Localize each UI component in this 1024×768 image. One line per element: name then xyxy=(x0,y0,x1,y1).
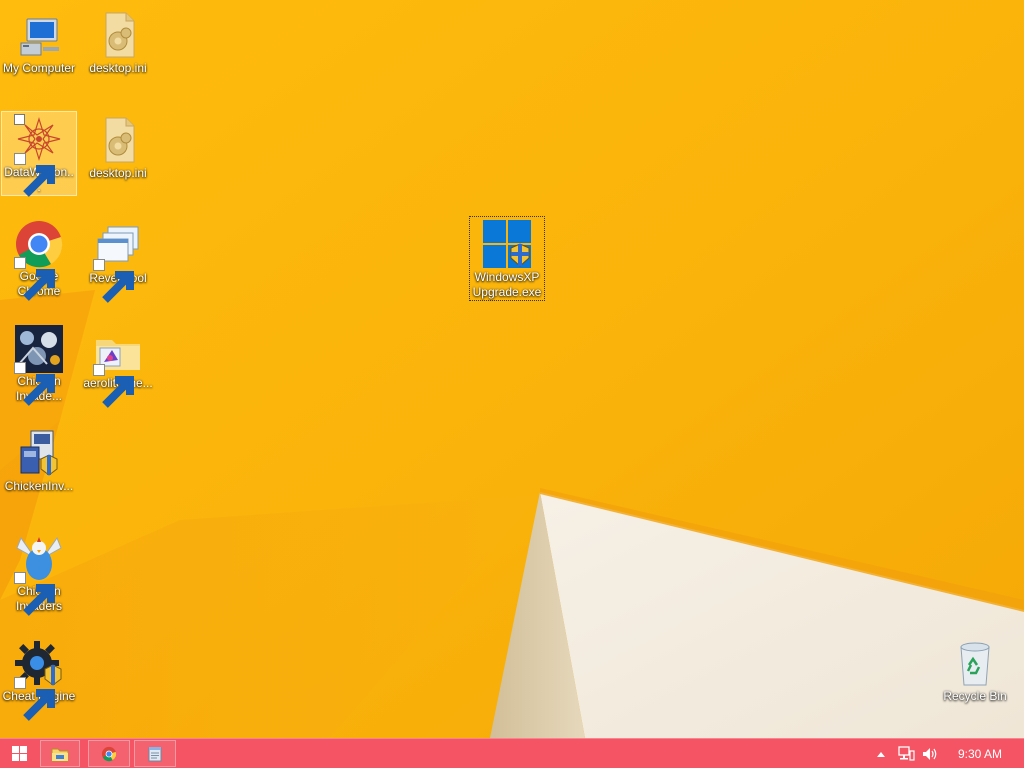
shortcut-arrow-icon xyxy=(14,153,55,197)
network-icon xyxy=(897,746,915,761)
desktop-icon-google-chrome[interactable]: Google Chrome xyxy=(1,216,77,301)
desktop[interactable]: My Computer DataWagon... Google Chrome C… xyxy=(0,0,1024,738)
network-tray-button[interactable] xyxy=(895,739,917,768)
taskbar-notepad[interactable] xyxy=(134,740,176,767)
desktop-icon-chicken-invaders-shortcut[interactable]: Chicken Invade... xyxy=(1,321,77,406)
installer-icon xyxy=(20,430,58,476)
desktop-icon-my-computer[interactable]: My Computer xyxy=(1,8,77,76)
recycle-bin-icon xyxy=(960,642,990,686)
desktop-icon-aerolite-theme[interactable]: aerolite.the... xyxy=(80,323,156,408)
icon-label: ChickenInv... xyxy=(4,479,74,493)
desktop-icon-desktop-ini[interactable]: desktop.ini xyxy=(80,8,156,76)
icon-label: WindowsXP Upgrade.exe xyxy=(472,270,542,299)
desktop-icon-chicken-invaders[interactable]: Chicken Invaders xyxy=(1,531,77,616)
settings-file-icon xyxy=(105,12,135,58)
show-hidden-icons-button[interactable] xyxy=(873,739,889,768)
shortcut-arrow-icon xyxy=(14,677,55,721)
desktop-icon-chickeninv-installer[interactable]: ChickenInv... xyxy=(1,426,77,494)
shortcut-arrow-icon xyxy=(14,362,55,406)
speaker-icon xyxy=(923,747,937,760)
chrome-icon xyxy=(101,746,117,761)
windows-start-icon xyxy=(11,746,27,761)
file-explorer-icon xyxy=(51,748,69,761)
taskbar: 9:30 AM xyxy=(0,738,1024,768)
settings-file-icon xyxy=(105,117,135,163)
computer-icon xyxy=(20,18,59,56)
icon-label: desktop.ini xyxy=(89,61,147,75)
clock-button[interactable]: 9:30 AM xyxy=(948,739,1012,768)
desktop-icon-recycle-bin[interactable]: Recycle Bin xyxy=(937,636,1013,704)
desktop-icon-windowsxp-upgrade[interactable]: WindowsXP Upgrade.exe xyxy=(469,216,545,301)
desktop-icon-revert-tool[interactable]: Revert lool xyxy=(80,218,156,303)
icon-label: desktop.ini xyxy=(89,166,147,180)
desktop-icon-datawagon[interactable]: DataWagon... xyxy=(1,111,77,197)
shortcut-arrow-icon xyxy=(93,364,134,408)
clock-time: 9:30 AM xyxy=(957,746,1003,761)
icon-label: My Computer xyxy=(2,61,76,75)
shortcut-arrow-icon xyxy=(14,572,55,616)
taskbar-file-explorer[interactable] xyxy=(40,740,80,767)
icon-label: Recycle Bin xyxy=(943,689,1007,703)
windows-upgrade-icon xyxy=(483,220,531,268)
taskbar-chrome[interactable] xyxy=(88,740,130,767)
desktop-icon-cheat-engine[interactable]: Cheat Engine xyxy=(1,636,77,721)
volume-tray-button[interactable] xyxy=(920,739,940,768)
selection-checkbox[interactable] xyxy=(14,114,25,125)
notepad-icon xyxy=(148,746,162,761)
shortcut-arrow-icon xyxy=(14,257,55,301)
desktop-icon-desktop-ini-2[interactable]: desktop.ini xyxy=(80,113,156,181)
shortcut-arrow-icon xyxy=(93,259,134,303)
chevron-up-icon xyxy=(877,751,885,757)
start-button[interactable] xyxy=(3,740,35,767)
